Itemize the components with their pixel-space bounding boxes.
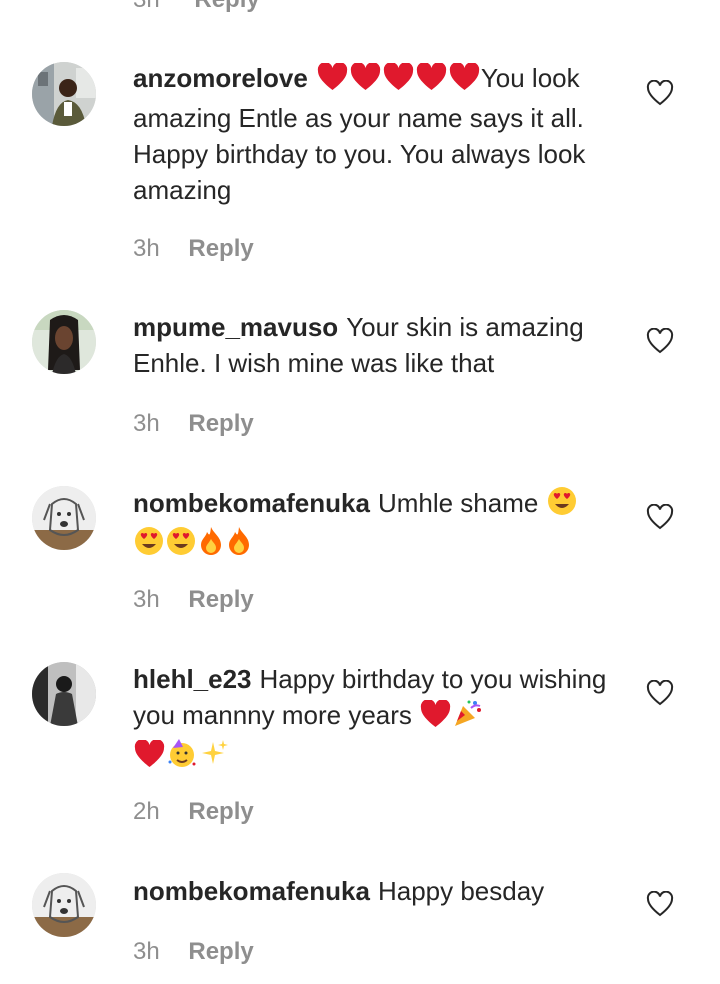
reply-button[interactable]: Reply bbox=[188, 586, 253, 613]
heart-emoji-icon bbox=[317, 62, 348, 100]
comment-body: nombekomafenuka Umhle shame bbox=[133, 485, 623, 565]
comment-time: 3h bbox=[133, 235, 160, 262]
like-heart-icon[interactable] bbox=[646, 80, 674, 106]
heart-emoji-icon bbox=[383, 62, 414, 100]
heart-emoji-icon bbox=[449, 62, 480, 100]
comment-text: Happy besday bbox=[377, 876, 545, 906]
heart-emoji-icon bbox=[350, 62, 381, 100]
comment-time: 3h bbox=[133, 586, 160, 613]
comment-time: 3h bbox=[133, 938, 160, 965]
partying-face-emoji-icon bbox=[167, 738, 197, 777]
avatar[interactable] bbox=[32, 662, 96, 726]
comment-username[interactable]: nombekomafenuka bbox=[133, 488, 370, 518]
heart-eyes-emoji-icon bbox=[134, 526, 164, 565]
previous-comment-meta: 3h Reply bbox=[133, 0, 260, 14]
comment-time: 3h bbox=[133, 0, 160, 13]
avatar[interactable] bbox=[32, 310, 96, 374]
heart-emoji-icon bbox=[416, 62, 447, 100]
avatar[interactable] bbox=[32, 486, 96, 550]
comment-meta: 3h Reply bbox=[133, 586, 254, 614]
comment-username[interactable]: mpume_mavuso bbox=[133, 312, 338, 342]
reply-button[interactable]: Reply bbox=[188, 235, 253, 262]
comment-body: nombekomafenuka Happy besday bbox=[133, 873, 623, 909]
heart-eyes-emoji-icon bbox=[547, 486, 577, 525]
comment-meta: 3h Reply bbox=[133, 410, 254, 438]
fire-emoji-icon bbox=[198, 526, 224, 565]
fire-emoji-icon bbox=[226, 526, 252, 565]
reply-button[interactable]: Reply bbox=[194, 0, 259, 13]
comment-text: Umhle shame bbox=[377, 488, 539, 518]
avatar[interactable] bbox=[32, 873, 96, 937]
reply-button[interactable]: Reply bbox=[188, 410, 253, 437]
comment-meta: 3h Reply bbox=[133, 235, 254, 263]
reply-button[interactable]: Reply bbox=[188, 798, 253, 825]
like-heart-icon[interactable] bbox=[646, 504, 674, 530]
like-heart-icon[interactable] bbox=[646, 891, 674, 917]
comment-username[interactable]: hlehl_e23 bbox=[133, 664, 252, 694]
comment-meta: 2h Reply bbox=[133, 798, 254, 826]
heart-eyes-emoji-icon bbox=[166, 526, 196, 565]
comment-time: 2h bbox=[133, 798, 160, 825]
sparkles-emoji-icon bbox=[199, 738, 229, 777]
heart-emoji-icon bbox=[134, 739, 165, 777]
reply-button[interactable]: Reply bbox=[188, 938, 253, 965]
comment-meta: 3h Reply bbox=[133, 938, 254, 966]
heart-emoji-icon bbox=[420, 699, 451, 737]
comment-username[interactable]: nombekomafenuka bbox=[133, 876, 370, 906]
party-popper-emoji-icon bbox=[453, 698, 483, 737]
like-heart-icon[interactable] bbox=[646, 680, 674, 706]
comment-body: hlehl_e23 Happy birthday to you wishing y… bbox=[133, 661, 623, 777]
comment-body: mpume_mavuso Your skin is amazing Enhle. … bbox=[133, 309, 623, 381]
comment-body: anzomorelove You look amazing Entle as yo… bbox=[133, 60, 623, 208]
comment-username[interactable]: anzomorelove bbox=[133, 63, 308, 93]
comment-time: 3h bbox=[133, 410, 160, 437]
like-heart-icon[interactable] bbox=[646, 328, 674, 354]
avatar[interactable] bbox=[32, 62, 96, 126]
